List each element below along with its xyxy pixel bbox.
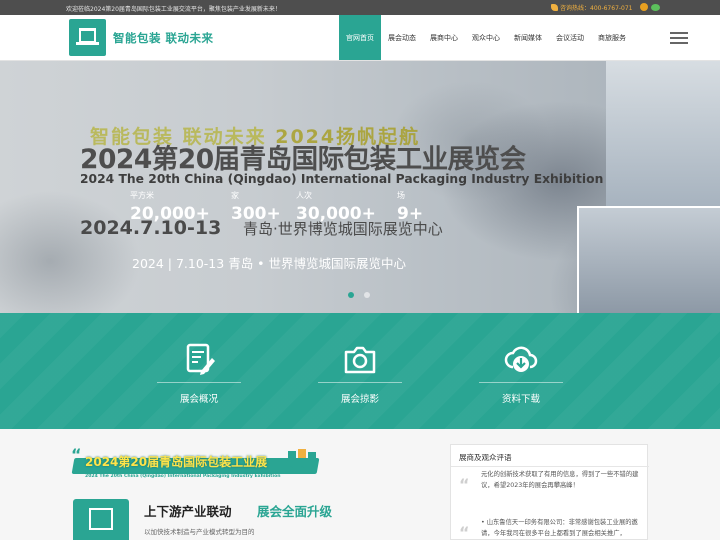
feature-divider [157, 382, 241, 383]
review-text-1: 元化的创新技术获取了有用的信息，得到了一些不错的建议，希望2023年的展会再攀高… [481, 471, 639, 489]
conveyor-belt-icon [286, 449, 318, 472]
quote-icon: “ [459, 523, 470, 540]
badge-subtitle: 2024 The 20th China (Qingdao) Internatio… [85, 474, 281, 479]
industry-cube-icon [73, 499, 129, 540]
stat-events-unit: 场 [397, 191, 405, 200]
wechat-icon[interactable] [651, 4, 660, 11]
nav-exhibitor-center[interactable]: 展商中心 [423, 15, 465, 60]
top-bar: 欢迎莅临2024第20届青岛国际包装工业展交流平台，聚焦包装产业发展新未来！ 咨… [0, 0, 720, 15]
feature-gallery[interactable]: 展会掠影 [315, 313, 405, 429]
site-slogan[interactable]: 智能包装 联动未来 [113, 30, 214, 46]
phone-icon [551, 4, 558, 11]
review-text-2: • 山东鲁信天一印务有限公司：非常感谢包装工业展的邀请，今年我司在很多平台上都看… [481, 519, 638, 537]
banner-photo-top [606, 61, 720, 206]
banner-title: 2024第20届青岛国际包装工业展览会 [80, 144, 526, 175]
feature-gallery-label: 展会掠影 [340, 394, 379, 405]
stat-exhibitors-unit: 家 [231, 191, 239, 200]
welcome-text: 欢迎莅临2024第20届青岛国际包装工业展交流平台，聚焦包装产业发展新未来！ [66, 6, 281, 13]
upgrade-description: 以加快技术制造与产业模式转型为目的 [144, 528, 255, 536]
slider-dot-2[interactable] [364, 292, 370, 298]
slider-dots [348, 292, 370, 298]
reviews-divider [451, 466, 649, 467]
expo-badge: “ 2024第20届青岛国际包装工业展 2024 The 20th China … [71, 445, 320, 486]
nav-exhibition-news[interactable]: 展会动态 [381, 15, 423, 60]
banner-date: 2024.7.10-13 [80, 217, 222, 239]
banner-dateline: 2024 | 7.10-13 青岛 • 世界博览城国际展览中心 [132, 256, 407, 271]
hamburger-menu-icon[interactable] [670, 32, 688, 44]
document-edit-icon [186, 343, 215, 375]
banner-title-en: 2024 The 20th China (Qingdao) Internatio… [80, 172, 604, 186]
nav-conference[interactable]: 会议活动 [549, 15, 591, 60]
slider-dot-1[interactable] [348, 292, 354, 298]
feature-overview-label: 展会概况 [179, 394, 218, 405]
quote-icon: “ [459, 475, 470, 494]
hotline[interactable]: 咨询热线：400-6767-071 [551, 3, 633, 12]
cloud-download-icon [504, 346, 538, 372]
nav-news-media[interactable]: 新闻媒体 [507, 15, 549, 60]
upgrade-title: 上下游产业联动 [144, 504, 232, 519]
feature-strip: 展会概况 展会掠影 资料下载 [0, 313, 720, 429]
hotline-text: 咨询热线：400-6767-071 [560, 5, 633, 12]
camera-icon [344, 346, 376, 374]
upgrade-title-accent: 展会全面升级 [257, 504, 333, 519]
feature-download[interactable]: 资料下载 [476, 313, 566, 429]
package-cube-icon[interactable] [69, 19, 106, 56]
feature-divider [318, 382, 402, 383]
hero-banner[interactable]: 智能包装 联动未来 2024扬帆起航 2024第20届青岛国际包装工业展览会 2… [0, 61, 720, 313]
stat-area-unit: 平方米 [130, 191, 154, 200]
stat-visitors-unit: 人次 [296, 191, 312, 200]
reviews-title: 展商及观众评语 [459, 453, 512, 462]
nav-home[interactable]: 官网首页 [339, 15, 381, 60]
feature-download-label: 资料下载 [501, 394, 540, 405]
nav-travel-service[interactable]: 商旅服务 [591, 15, 633, 60]
site-header: 智能包装 联动未来 官网首页 展会动态 展商中心 观众中心 新闻媒体 会议活动 … [0, 15, 720, 61]
weibo-icon[interactable] [640, 3, 648, 11]
feature-overview[interactable]: 展会概况 [154, 313, 244, 429]
main-nav: 官网首页 展会动态 展商中心 观众中心 新闻媒体 会议活动 商旅服务 [339, 15, 633, 60]
banner-photo-inset [577, 206, 720, 313]
quote-mark-icon: “ [71, 445, 82, 464]
reviews-panel: 展商及观众评语 “ 元化的创新技术获取了有用的信息，得到了一些不错的建议，希望2… [450, 444, 649, 540]
nav-visitor-center[interactable]: 观众中心 [465, 15, 507, 60]
feature-divider [479, 382, 563, 383]
banner-venue: 青岛·世界博览城国际展览中心 [243, 220, 443, 238]
badge-title: 2024第20届青岛国际包装工业展 [85, 455, 268, 469]
